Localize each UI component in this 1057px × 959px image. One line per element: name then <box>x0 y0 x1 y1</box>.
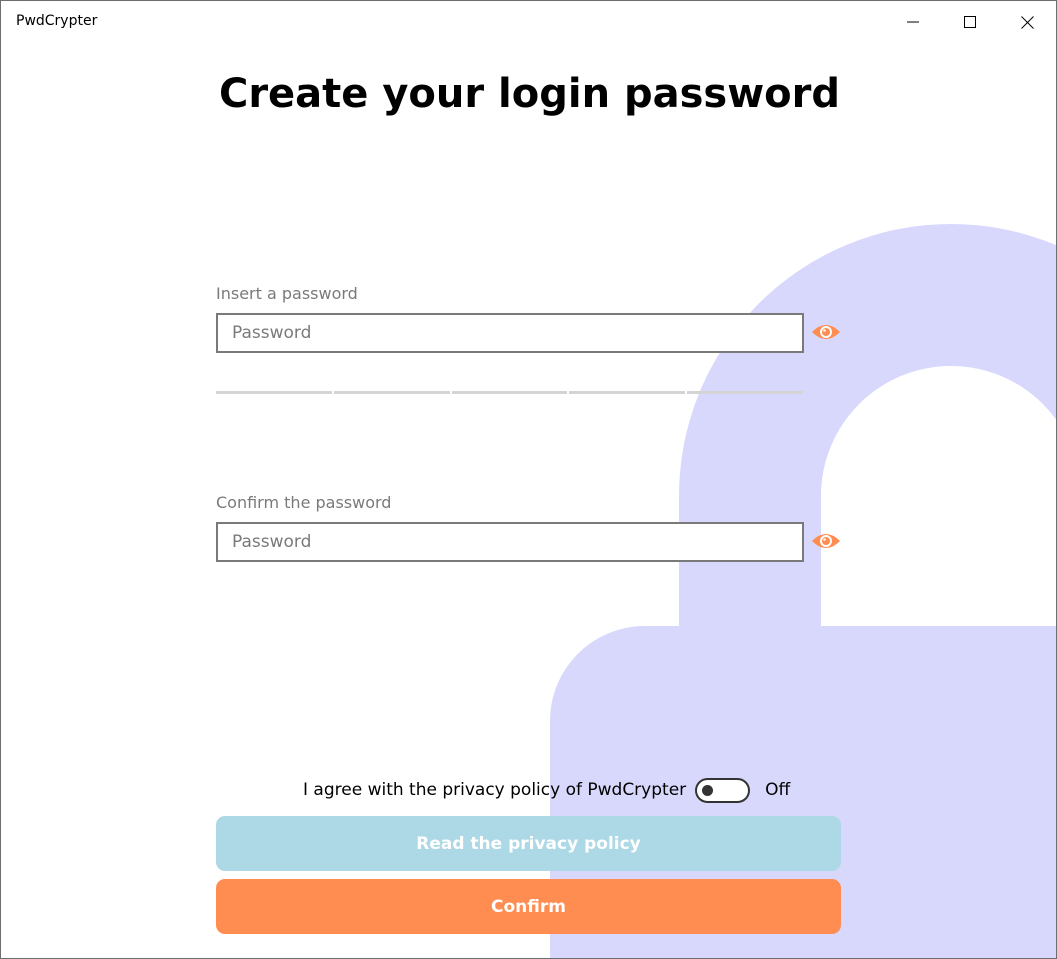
show-confirm-password-button[interactable] <box>810 529 842 553</box>
strength-segment <box>569 391 686 394</box>
padlock-background-icon <box>550 224 1056 958</box>
eye-icon <box>812 534 840 548</box>
password-label: Insert a password <box>216 284 358 303</box>
password-strength-meter <box>216 391 803 394</box>
strength-segment <box>333 391 450 394</box>
close-button[interactable] <box>999 1 1055 43</box>
close-icon <box>1020 15 1034 29</box>
strength-segment <box>451 391 568 394</box>
toggle-state-label: Off <box>765 780 791 800</box>
app-title: PwdCrypter <box>16 13 98 29</box>
maximize-icon <box>964 16 976 28</box>
strength-segment <box>216 391 332 394</box>
strength-segment <box>687 391 803 394</box>
privacy-agreement-label: I agree with the privacy policy of PwdCr… <box>303 780 687 800</box>
toggle-knob <box>702 784 714 796</box>
read-privacy-policy-button[interactable]: Read the privacy policy <box>216 816 841 871</box>
app-window: PwdCrypter Create your login password In… <box>0 0 1057 959</box>
maximize-button[interactable] <box>942 1 998 43</box>
show-password-button[interactable] <box>810 320 842 344</box>
page-title: Create your login password <box>218 71 841 117</box>
privacy-agreement-row: I agree with the privacy policy of PwdCr… <box>303 776 790 804</box>
title-bar: PwdCrypter <box>1 1 1056 43</box>
password-input[interactable] <box>216 313 804 353</box>
confirm-password-input[interactable] <box>216 522 804 562</box>
eye-icon <box>812 325 840 339</box>
minimize-button[interactable] <box>885 1 941 43</box>
minimize-icon <box>907 21 919 23</box>
confirm-password-label: Confirm the password <box>216 493 392 512</box>
confirm-button[interactable]: Confirm <box>216 879 841 934</box>
privacy-agreement-toggle[interactable] <box>695 777 751 803</box>
